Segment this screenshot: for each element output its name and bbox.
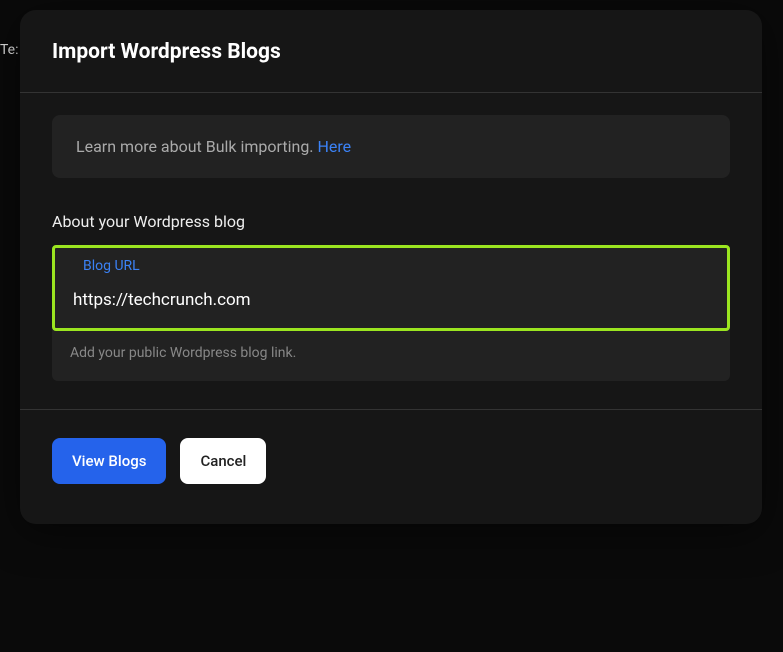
cancel-button[interactable]: Cancel (180, 438, 266, 484)
background-partial-text: Te: (0, 42, 19, 58)
info-link[interactable]: Here (317, 137, 351, 156)
helper-text: Add your public Wordpress blog link. (70, 345, 730, 361)
modal-header: Import Wordpress Blogs (20, 10, 762, 92)
modal-footer: View Blogs Cancel (20, 410, 762, 484)
info-box: Learn more about Bulk importing. Here (52, 115, 730, 178)
input-highlight: Blog URL (52, 245, 730, 331)
input-wrap: Blog URL Add your public Wordpress blog … (52, 245, 730, 381)
modal-body: Learn more about Bulk importing. Here Ab… (20, 93, 762, 409)
info-text: Learn more about Bulk importing. (76, 137, 317, 156)
blog-url-input[interactable] (73, 290, 709, 310)
view-blogs-button[interactable]: View Blogs (52, 438, 166, 484)
section-label: About your Wordpress blog (52, 212, 730, 231)
import-modal: Import Wordpress Blogs Learn more about … (20, 10, 762, 524)
modal-title: Import Wordpress Blogs (52, 40, 730, 64)
input-label: Blog URL (83, 258, 709, 274)
